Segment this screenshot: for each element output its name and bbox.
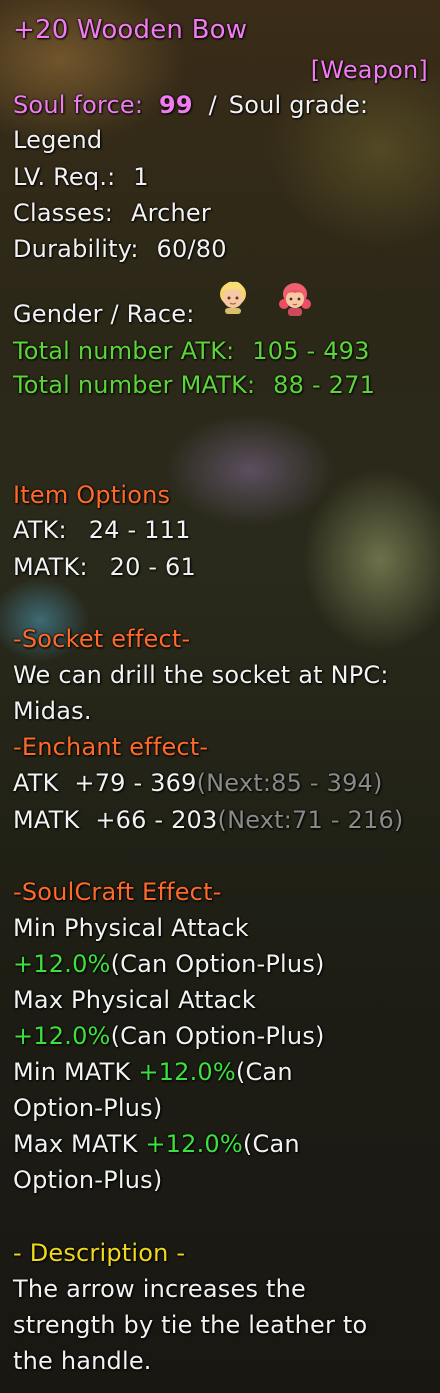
item-type: [Weapon] [310,56,428,84]
level-label: LV. Req.: [13,163,116,191]
description-header: - Description - [13,1239,186,1267]
item-options-header: Item Options [13,481,171,509]
classes-row: Classes: Archer [13,197,211,229]
soulcraft-min-matk-note: (Can [235,1058,293,1086]
item-name: +20 Wooden Bow [13,15,248,45]
durability-label: Durability: [13,235,139,263]
enchant-matk-value: +66 - 203 [95,806,218,834]
soulcraft-max-matk-note: (Can [242,1130,300,1158]
option-matk-label: MATK: [13,553,88,581]
option-atk-value: 24 - 111 [88,516,191,544]
soulcraft-min-matk-value: +12.0% [138,1058,236,1086]
soulcraft-max-matk-note2: Option-Plus) [13,1166,163,1194]
enchant-atk-label: ATK [13,769,59,797]
enchant-atk-next: (Next:85 - 394) [196,769,383,797]
soulcraft-min-phys-note: (Can Option-Plus) [110,950,325,978]
total-atk-row: Total number ATK: 105 - 493 [13,335,370,367]
soulcraft-min-phys-label: Min Physical Attack [13,914,249,942]
enchant-effect-header: -Enchant effect- [13,733,209,761]
soulcraft-max-matk-label: Max MATK [13,1130,138,1158]
level-requirement-row: LV. Req.: 1 [13,161,149,193]
soul-grade-separator: / [208,91,217,119]
enchant-atk-row: ATK +79 - 369(Next:85 - 394) [13,767,383,799]
soulcraft-max-phys-label: Max Physical Attack [13,986,256,1014]
total-matk-value: 88 - 271 [273,371,376,399]
soulcraft-min-phys-row: +12.0%(Can Option-Plus) [13,948,325,980]
total-matk-label: Total number MATK: [13,371,256,399]
female-character-icon [278,280,312,316]
option-matk-row: MATK: 20 - 61 [13,551,196,583]
soul-force-label: Soul force: [13,91,144,119]
enchant-matk-label: MATK [13,806,80,834]
enchant-atk-value: +79 - 369 [74,769,197,797]
description-line2: strength by tie the leather to [13,1311,368,1339]
soulcraft-max-phys-row: +12.0%(Can Option-Plus) [13,1020,325,1052]
total-matk-row: Total number MATK: 88 - 271 [13,369,375,401]
gender-race-label: Gender / Race: [13,300,195,328]
soulcraft-max-matk-row: Max MATK +12.0%(Can [13,1128,300,1160]
soulcraft-max-matk-value: +12.0% [145,1130,243,1158]
classes-value: Archer [130,199,211,227]
soulcraft-effect-header: -SoulCraft Effect- [13,878,222,906]
soul-grade-label: Soul grade: [228,91,369,119]
male-character-icon [216,278,250,314]
soulcraft-min-matk-note2: Option-Plus) [13,1094,163,1122]
socket-effect-line2: Midas. [13,697,92,725]
soulcraft-max-phys-note: (Can Option-Plus) [110,1022,325,1050]
soulcraft-min-phys-value: +12.0% [13,950,111,978]
socket-effect-header: -Socket effect- [13,625,191,653]
option-atk-row: ATK: 24 - 111 [13,514,191,546]
soulcraft-min-matk-row: Min MATK +12.0%(Can [13,1056,293,1088]
durability-row: Durability: 60/80 [13,233,227,265]
socket-effect-line1: We can drill the socket at NPC: [13,661,389,689]
soul-force-value: 99 [159,91,193,119]
soulcraft-min-matk-label: Min MATK [13,1058,131,1086]
option-matk-value: 20 - 61 [109,553,196,581]
soulcraft-max-phys-value: +12.0% [13,1022,111,1050]
total-atk-label: Total number ATK: [13,337,235,365]
classes-label: Classes: [13,199,114,227]
enchant-matk-row: MATK +66 - 203(Next:71 - 216) [13,804,404,836]
total-atk-value: 105 - 493 [252,337,370,365]
description-line3: the handle. [13,1347,152,1375]
level-value: 1 [133,163,149,191]
durability-value: 60/80 [156,235,227,263]
enchant-matk-next: (Next:71 - 216) [217,806,404,834]
description-line1: The arrow increases the [13,1275,306,1303]
option-atk-label: ATK: [13,516,67,544]
item-tooltip: +20 Wooden Bow [Weapon] Soul force: 99 /… [0,0,440,1393]
soul-force-row: Soul force: 99 / Soul grade: [13,89,368,121]
soul-grade-value: Legend [13,126,103,154]
